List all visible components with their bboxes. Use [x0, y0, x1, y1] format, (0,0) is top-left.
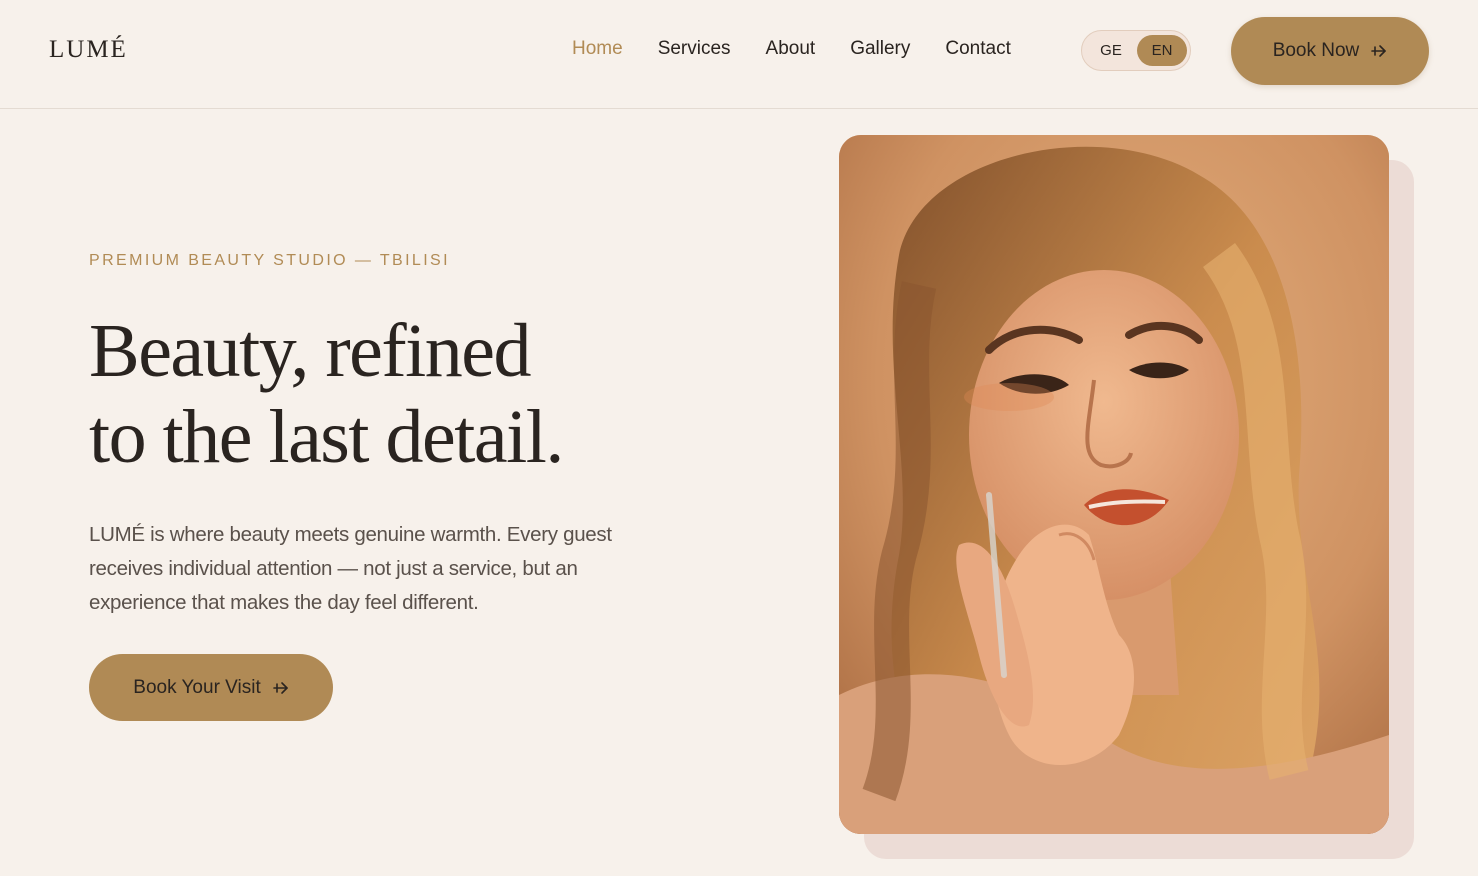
nav-item-services[interactable]: Services — [658, 38, 731, 60]
language-option-ge[interactable]: GE — [1086, 35, 1136, 66]
book-now-label: Book Now — [1272, 40, 1360, 61]
hero-description: LUMÉ is where beauty meets genuine warmt… — [89, 523, 612, 614]
brand-logo[interactable]: LUMÉ — [49, 36, 128, 64]
hero-eyebrow: PREMIUM BEAUTY STUDIO — TBILISI — [89, 252, 450, 269]
book-your-visit-label: Book Your Visit — [133, 676, 261, 698]
hero-headline-line-1: Beauty, refined — [89, 309, 532, 393]
language-switcher: GE EN — [1081, 30, 1191, 71]
nav-item-gallery[interactable]: Gallery — [850, 38, 910, 60]
arrow-right-icon — [1371, 44, 1387, 58]
arrow-right-icon — [272, 681, 289, 695]
nav-item-home[interactable]: Home — [572, 38, 623, 60]
book-now-button[interactable]: Book Now — [1231, 17, 1429, 85]
nav-item-about[interactable]: About — [766, 38, 816, 60]
book-your-visit-button[interactable]: Book Your Visit — [89, 654, 333, 721]
nav-item-contact[interactable]: Contact — [945, 38, 1010, 60]
hero-portrait-image — [839, 135, 1389, 834]
main-nav: Home Services About Gallery Contact — [572, 38, 1011, 60]
site-header: LUMÉ Home Services About Gallery Contact… — [0, 0, 1478, 109]
hero-headline-line-2: to the last detail. — [89, 395, 564, 479]
language-option-en[interactable]: EN — [1137, 35, 1187, 66]
hero-headline: Beauty, refined to the last detail. — [89, 308, 709, 480]
